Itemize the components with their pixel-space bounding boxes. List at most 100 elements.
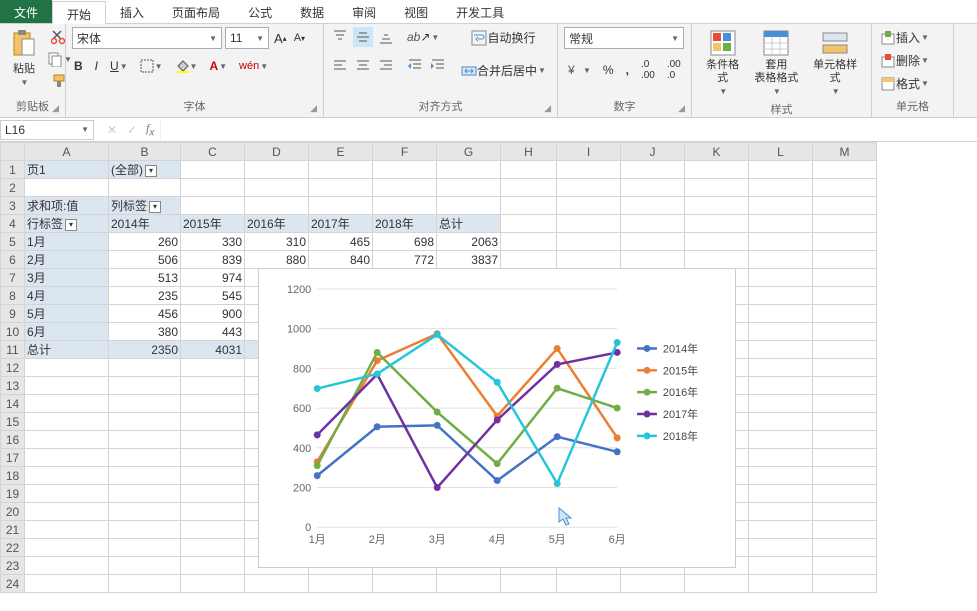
cell[interactable]: 3月 (25, 269, 109, 287)
cell[interactable]: 3837 (437, 251, 501, 269)
col-header[interactable]: F (373, 143, 437, 161)
col-header[interactable]: J (621, 143, 685, 161)
tab-dev[interactable]: 开发工具 (442, 0, 518, 23)
cell[interactable] (373, 197, 437, 215)
cell[interactable] (813, 251, 877, 269)
page-filter-icon[interactable]: ▾ (145, 165, 157, 177)
cells-delete-button[interactable]: 删除▼ (878, 50, 931, 71)
cell[interactable] (813, 521, 877, 539)
cell[interactable]: 4月 (25, 287, 109, 305)
row-header[interactable]: 20 (1, 503, 25, 521)
cell[interactable]: 456 (109, 305, 181, 323)
row-header[interactable]: 21 (1, 521, 25, 539)
row-header[interactable]: 10 (1, 323, 25, 341)
cell[interactable]: 506 (109, 251, 181, 269)
cell[interactable] (813, 503, 877, 521)
cell[interactable] (813, 359, 877, 377)
align-center-button[interactable] (353, 55, 373, 75)
cell[interactable] (813, 557, 877, 575)
cell[interactable] (557, 197, 621, 215)
underline-button[interactable]: U▼ (108, 57, 130, 75)
cell[interactable] (749, 521, 813, 539)
row-header[interactable]: 6 (1, 251, 25, 269)
cell[interactable] (557, 215, 621, 233)
cell[interactable] (813, 575, 877, 593)
cell[interactable] (557, 179, 621, 197)
formula-input[interactable] (160, 120, 977, 140)
name-box[interactable]: L16▼ (0, 120, 94, 140)
cell[interactable] (685, 251, 749, 269)
cell[interactable] (501, 161, 557, 179)
row-filter-icon[interactable]: ▾ (65, 219, 77, 231)
wrap-text-button[interactable]: 自动换行 (459, 27, 548, 48)
row-header[interactable]: 18 (1, 467, 25, 485)
cell[interactable] (309, 161, 373, 179)
cell[interactable] (749, 467, 813, 485)
cell[interactable] (25, 431, 109, 449)
cell[interactable] (373, 575, 437, 593)
cell[interactable] (501, 179, 557, 197)
cell[interactable]: 443 (181, 323, 245, 341)
cell[interactable] (373, 179, 437, 197)
cell[interactable] (621, 179, 685, 197)
cell[interactable] (25, 539, 109, 557)
align-top-button[interactable] (330, 27, 350, 47)
percent-button[interactable]: % (601, 61, 616, 79)
cell[interactable] (109, 377, 181, 395)
number-format-combo[interactable]: 常规▼ (564, 27, 684, 49)
cell[interactable] (685, 161, 749, 179)
font-name-combo[interactable]: 宋体▼ (72, 27, 222, 49)
cell[interactable] (309, 179, 373, 197)
cell[interactable]: 2018年 (373, 215, 437, 233)
table-format-button[interactable]: 套用 表格格式▼ (750, 27, 802, 99)
cell[interactable] (25, 359, 109, 377)
cell[interactable]: 465 (309, 233, 373, 251)
cell[interactable] (181, 503, 245, 521)
cell[interactable] (25, 467, 109, 485)
cell[interactable]: 235 (109, 287, 181, 305)
tab-review[interactable]: 审阅 (338, 0, 390, 23)
cell[interactable]: 2063 (437, 233, 501, 251)
pivot-chart[interactable]: 0200400600800100012001月2月3月4月5月6月2014年20… (258, 268, 736, 568)
align-right-button[interactable] (376, 55, 396, 75)
tab-insert[interactable]: 插入 (106, 0, 158, 23)
row-header[interactable]: 24 (1, 575, 25, 593)
orientation-button[interactable]: ab↗▼ (405, 28, 441, 46)
fx-icon[interactable]: fx (146, 121, 154, 138)
cell[interactable]: 772 (373, 251, 437, 269)
shrink-font-button[interactable]: A▾ (292, 30, 307, 46)
tab-view[interactable]: 视图 (390, 0, 442, 23)
font-color-button[interactable]: A▼ (207, 57, 229, 75)
decrease-decimal-button[interactable]: .00.0 (665, 57, 683, 83)
cell[interactable] (109, 431, 181, 449)
cell[interactable] (109, 557, 181, 575)
cell[interactable] (813, 305, 877, 323)
cell[interactable] (813, 323, 877, 341)
cell[interactable]: (全部)▾ (109, 161, 181, 179)
font-launcher[interactable]: ◢ (310, 103, 317, 114)
cell[interactable] (25, 413, 109, 431)
cell[interactable] (749, 269, 813, 287)
cell[interactable] (813, 161, 877, 179)
cell[interactable] (749, 179, 813, 197)
col-header[interactable]: E (309, 143, 373, 161)
cell[interactable] (109, 467, 181, 485)
row-header[interactable]: 19 (1, 485, 25, 503)
cell[interactable] (109, 413, 181, 431)
col-header[interactable]: L (749, 143, 813, 161)
worksheet[interactable]: ABCDEFGHIJKLM1页1(全部)▾23求和项:值列标签▾4行标签▾201… (0, 142, 977, 593)
row-header[interactable]: 8 (1, 287, 25, 305)
cell[interactable]: 6月 (25, 323, 109, 341)
cell[interactable]: 880 (245, 251, 309, 269)
cell[interactable] (181, 413, 245, 431)
tab-layout[interactable]: 页面布局 (158, 0, 234, 23)
cell[interactable] (501, 233, 557, 251)
cell[interactable] (813, 413, 877, 431)
cell[interactable] (685, 575, 749, 593)
cell[interactable] (813, 179, 877, 197)
accounting-button[interactable]: ¥▼ (564, 60, 593, 80)
cell[interactable] (749, 377, 813, 395)
cell[interactable] (25, 377, 109, 395)
cell[interactable]: 900 (181, 305, 245, 323)
cell[interactable]: 2017年 (309, 215, 373, 233)
